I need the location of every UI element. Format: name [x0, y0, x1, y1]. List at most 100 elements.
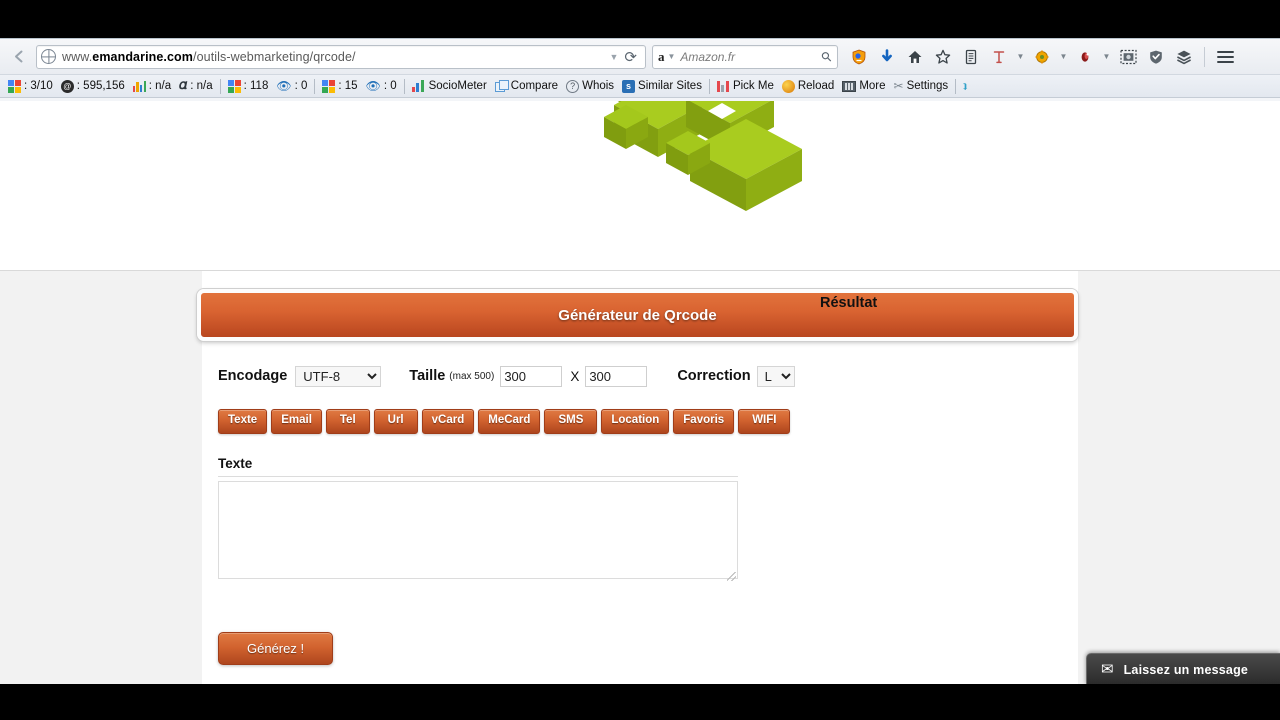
text-tool-icon[interactable] [986, 44, 1012, 70]
seo-item-settings[interactable]: ✂ Settings [890, 77, 953, 96]
pick-me-icon [716, 80, 730, 92]
chevron-down-icon[interactable]: ▼ [1057, 52, 1070, 61]
hamburger-menu-icon[interactable] [1212, 44, 1238, 70]
yahoo-links-eye-icon: 👁 [365, 79, 381, 93]
content-panel: Générateur de Qrcode Encodage UTF-8 Tail… [197, 271, 1078, 685]
seo-item-similar-sites[interactable]: s Similar Sites [618, 77, 706, 96]
envelope-icon: ✉ [1101, 661, 1114, 678]
seo-item-alpha[interactable]: 𝛼 : n/a [175, 77, 216, 96]
colorzilla-icon[interactable] [1072, 44, 1098, 70]
qrcode-form: Encodage UTF-8 Taille (max 500) X Correc… [202, 295, 1078, 665]
seo-item-alexa[interactable]: @ : 595,156 [57, 77, 129, 96]
seo-divider [314, 78, 316, 94]
seo-item-google-index[interactable]: : 118 [224, 77, 273, 96]
site-globe-icon [41, 49, 56, 64]
compare-icon [494, 80, 509, 92]
resize-handle-icon[interactable] [727, 571, 736, 581]
seo-item-compete[interactable]: : n/a [129, 77, 175, 96]
seo-item-pagerank[interactable]: : 3/10 [4, 77, 57, 96]
browser-toolbar-icons: ▼ ▼ ▼ [846, 44, 1238, 70]
address-bar[interactable]: www.emandarine.com/outils-webmarketing/q… [36, 44, 646, 69]
seo-item-compare[interactable]: Compare [491, 77, 562, 96]
chevron-down-icon[interactable]: ▼ [668, 52, 676, 61]
toolbar-divider [1204, 46, 1205, 67]
search-bar[interactable]: a ▼ Amazon.fr ⚲ [652, 44, 838, 69]
search-input[interactable]: Amazon.fr [680, 50, 822, 64]
chevron-down-icon[interactable]: ▼ [1014, 52, 1027, 61]
generate-button[interactable]: Générez ! [218, 631, 334, 665]
avast-shield-icon[interactable] [846, 44, 872, 70]
chevron-down-icon[interactable]: ▼ [604, 52, 625, 62]
seo-item-yahoo-links[interactable]: 👁 : 0 [362, 77, 401, 96]
tab-email[interactable]: Email [271, 409, 322, 434]
chat-widget[interactable]: ✉ Laissez un message [1086, 653, 1280, 685]
letterbox-top [0, 0, 1280, 38]
similar-sites-icon: s [622, 79, 636, 93]
addon-gear-icon[interactable] [1029, 44, 1055, 70]
seo-item-whois[interactable]: ? Whois [562, 77, 618, 96]
taille-width-input[interactable] [500, 365, 563, 387]
browser-navigation-bar: www.emandarine.com/outils-webmarketing/q… [0, 39, 1280, 75]
page-banner-wrapper: Générateur de Qrcode [197, 271, 1078, 341]
tab-vcard[interactable]: vCard [421, 409, 475, 434]
tab-tel[interactable]: Tel [325, 409, 370, 434]
page-title: Générateur de Qrcode [558, 306, 717, 324]
resultat-label: Résultat [820, 295, 878, 311]
type-tabs: Texte Email Tel Url vCard MeCard SMS Loc… [218, 409, 1062, 434]
bookmark-star-icon[interactable] [930, 44, 956, 70]
seo-item-backlinks[interactable]: 👁 : 0 [272, 77, 311, 96]
tab-location[interactable]: Location [601, 409, 670, 434]
tab-wifi[interactable]: WIFI [738, 409, 791, 434]
google-links-icon [322, 79, 336, 93]
form-options-row: Encodage UTF-8 Taille (max 500) X Correc… [218, 295, 1062, 387]
adblock-shield-icon[interactable] [1143, 44, 1169, 70]
back-button[interactable] [6, 44, 32, 70]
seo-item-google-links[interactable]: : 15 [318, 77, 361, 96]
correction-select[interactable]: L [756, 365, 795, 387]
seo-item-label: : 15 [338, 80, 358, 92]
seo-item-more[interactable]: More [838, 77, 889, 96]
taille-note: (max 500) [449, 370, 495, 382]
stack-layers-icon[interactable] [1171, 44, 1197, 70]
chevron-down-icon[interactable]: ▼ [1100, 52, 1113, 61]
screenshot-icon[interactable] [1115, 44, 1141, 70]
seo-toolbar: : 3/10 @ : 595,156 : n/a 𝛼 : n/a: 118 👁… [0, 75, 1280, 98]
seo-item-label: Pick Me [732, 80, 774, 92]
reload-icon[interactable]: ⟳ [624, 48, 641, 66]
url-prefix: www. [62, 49, 93, 64]
seo-item-label: More [859, 80, 886, 92]
encodage-select[interactable]: UTF-8 [295, 365, 382, 387]
home-icon[interactable] [902, 44, 928, 70]
field-divider [218, 475, 738, 477]
seo-item-reload[interactable]: Reload [778, 77, 838, 96]
url-domain: emandarine.com [92, 49, 194, 64]
seo-divider [955, 78, 957, 94]
seo-divider [708, 78, 710, 94]
compete-bars-icon [132, 80, 146, 92]
tab-texte[interactable]: Texte [218, 409, 268, 434]
3d-isometric-qrcode-graphic [430, 101, 850, 270]
tab-mecard[interactable]: MeCard [478, 409, 541, 434]
seo-item-label: : 118 [243, 80, 269, 92]
tab-sms[interactable]: SMS [544, 409, 598, 434]
seo-item-label: : 3/10 [24, 80, 53, 92]
toolbar-logo-icon: ʇ [963, 78, 968, 93]
reading-list-icon[interactable] [958, 44, 984, 70]
tab-url[interactable]: Url [373, 409, 418, 434]
seo-item-sociometer[interactable]: SocioMeter [408, 77, 491, 96]
seo-item-label: : 595,156 [76, 80, 125, 92]
page-banner: Générateur de Qrcode [197, 289, 1078, 341]
texte-textarea[interactable] [218, 480, 738, 579]
download-arrow-icon[interactable] [874, 44, 900, 70]
tab-favoris[interactable]: Favoris [673, 409, 735, 434]
seo-divider [219, 78, 221, 94]
seo-item-pick-me[interactable]: Pick Me [713, 77, 778, 96]
reload-icon [781, 79, 795, 93]
seo-item-label: Settings [906, 80, 949, 92]
alpha-rank-icon: 𝛼 [179, 78, 188, 93]
seo-item-toolbar-logo[interactable]: ʇ [959, 77, 971, 96]
taille-height-input[interactable] [585, 365, 648, 387]
more-icon [842, 80, 857, 92]
browser-window: www.emandarine.com/outils-webmarketing/q… [0, 38, 1280, 685]
seo-item-label: : n/a [190, 80, 213, 92]
